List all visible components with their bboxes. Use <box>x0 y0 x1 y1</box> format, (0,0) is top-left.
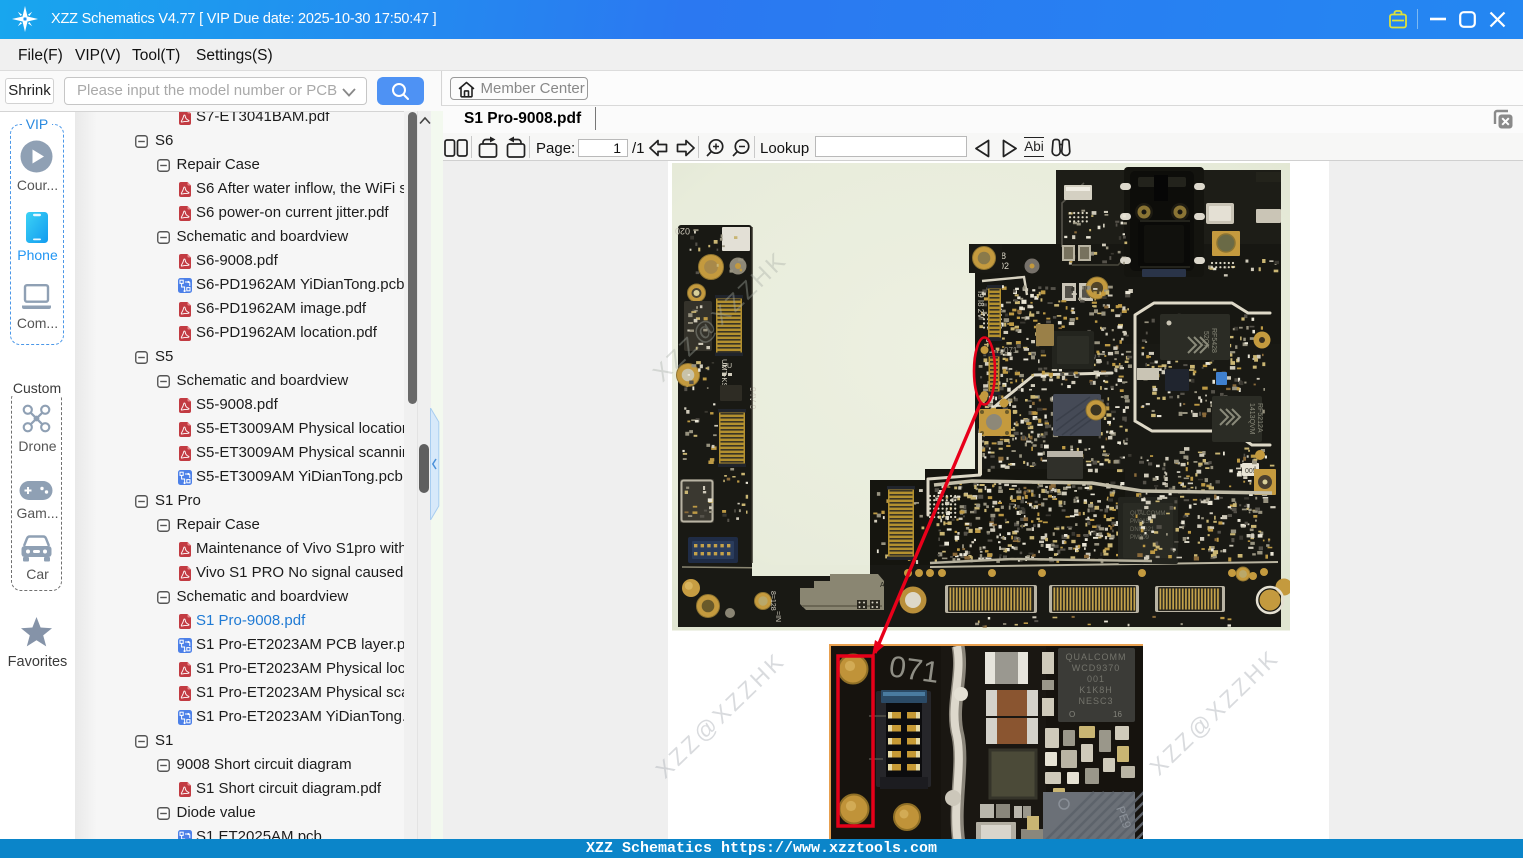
svg-text:NESC3: NESC3 <box>1078 696 1113 706</box>
svg-text:8=128: 8=128 <box>769 591 776 611</box>
svg-text:001: 001 <box>1087 674 1105 684</box>
svg-text:RF5212A: RF5212A <box>1256 403 1263 433</box>
svg-text:94V-0: 94V-0 <box>748 387 758 409</box>
svg-text:WCD9370: WCD9370 <box>1072 663 1121 673</box>
svg-text:020: 020 <box>675 226 690 236</box>
svg-text:QUALCOMM: QUALCOMM <box>1065 652 1126 662</box>
svg-text:RU: RU <box>722 363 732 370</box>
svg-text:071: 071 <box>1004 346 1018 355</box>
svg-text:16: 16 <box>1113 710 1122 719</box>
svg-text:K1K8H: K1K8H <box>1079 685 1113 695</box>
svg-text:RF5428: RF5428 <box>1210 328 1217 353</box>
svg-text:QUALCOMM: QUALCOMM <box>1130 511 1165 517</box>
svg-text:A: A <box>880 582 885 589</box>
svg-text:=IN: =IN <box>774 611 781 622</box>
svg-text:1413QVM: 1413QVM <box>1248 403 1255 435</box>
svg-text:O: O <box>1069 710 1075 719</box>
svg-text:071: 071 <box>887 650 941 690</box>
svg-text:I9 I8 2V: I9 I8 2V <box>976 291 985 319</box>
